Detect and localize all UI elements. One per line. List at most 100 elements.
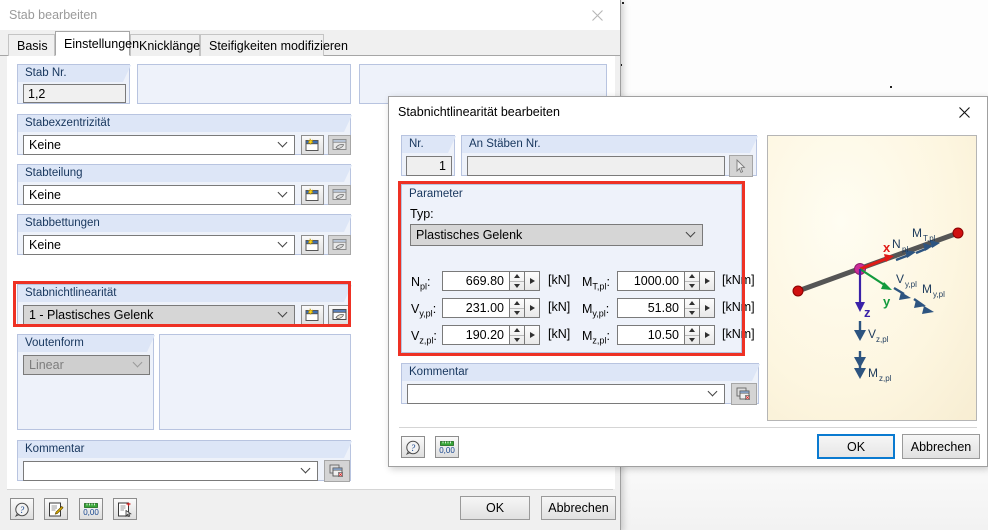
stab-nr-input[interactable]: 1,2 xyxy=(23,84,126,103)
combo-value: 1 - Plastisches Gelenk xyxy=(29,308,154,322)
kommentar-combo[interactable] xyxy=(23,461,318,481)
stabteilung-combo[interactable]: Keine xyxy=(23,185,295,205)
chevron-down-icon xyxy=(300,463,311,474)
mypl-more-button[interactable] xyxy=(700,298,715,318)
stepper-up[interactable] xyxy=(510,272,524,282)
mtpl-stepper[interactable] xyxy=(685,271,700,291)
stepper-up[interactable] xyxy=(685,272,699,282)
dialog2-units-button[interactable]: 0,00 xyxy=(435,436,459,458)
tab-label: Knicklängen xyxy=(139,38,208,53)
help-button[interactable]: ? xyxy=(10,498,34,520)
dialog1-ok-button[interactable]: OK xyxy=(460,496,530,520)
edit-note-button[interactable] xyxy=(44,498,68,520)
stabnichtlinearitaet-edit-button[interactable] xyxy=(328,305,351,325)
stabexzentrizitaet-edit-button[interactable] xyxy=(328,135,351,155)
stepper-up[interactable] xyxy=(510,299,524,309)
vzpl-input[interactable]: 190.20 xyxy=(442,325,510,345)
typ-combo[interactable]: Plastisches Gelenk xyxy=(410,224,703,246)
tab-steifigkeiten-modifizieren[interactable]: Steifigkeiten modifizieren xyxy=(200,34,348,56)
kommentar-copy-button[interactable] xyxy=(324,460,350,482)
tab-label: Einstellungen xyxy=(64,36,140,51)
units-button[interactable]: 0,00 xyxy=(79,498,103,520)
delete-select-button[interactable] xyxy=(113,498,137,520)
mtpl-input[interactable]: 1000.00 xyxy=(617,271,685,291)
chevron-down-icon xyxy=(132,357,143,368)
npl-value: 669.80 xyxy=(465,274,504,288)
stabexzentrizitaet-new-button[interactable] xyxy=(301,135,324,155)
mzpl-input[interactable]: 10.50 xyxy=(617,325,685,345)
stabbettungen-combo[interactable]: Keine xyxy=(23,235,295,255)
vzpl-stepper[interactable] xyxy=(510,325,525,345)
tab-knicklaengen[interactable]: Knicklängen xyxy=(130,34,207,56)
npl-stepper[interactable] xyxy=(510,271,525,291)
workspace-dot xyxy=(622,2,624,4)
mtpl-more-button[interactable] xyxy=(700,271,715,291)
stepper-down[interactable] xyxy=(685,282,699,291)
vypl-input[interactable]: 231.00 xyxy=(442,298,510,318)
close-icon[interactable] xyxy=(575,0,620,30)
stabteilung-edit-button[interactable] xyxy=(328,185,351,205)
tab-einstellungen[interactable]: Einstellungen xyxy=(55,31,139,56)
stepper-up[interactable] xyxy=(510,326,524,336)
units-icon: 0,00 xyxy=(439,440,455,455)
svg-text:z,pl: z,pl xyxy=(879,374,892,383)
npl-input[interactable]: 669.80 xyxy=(442,271,510,291)
stabnichtlinearitaet-combo[interactable]: 1 - Plastisches Gelenk xyxy=(23,305,295,325)
tab-basis[interactable]: Basis xyxy=(8,34,55,56)
stabbettungen-new-button[interactable] xyxy=(301,235,324,255)
dialog2-ok-button[interactable]: OK xyxy=(817,434,895,459)
new-window-icon xyxy=(305,238,319,251)
new-window-icon xyxy=(305,308,319,321)
voutenform-combo[interactable]: Linear xyxy=(23,355,150,375)
dialog2-cancel-button[interactable]: Abbrechen xyxy=(902,434,980,459)
group-stabteilung: Stabteilung Keine xyxy=(17,164,352,205)
an-staeben-nr-input[interactable] xyxy=(467,156,725,176)
dialog2-titlebar[interactable]: Stabnichtlinearität bearbeiten xyxy=(389,97,987,127)
stepper-down[interactable] xyxy=(510,309,524,318)
stabexzentrizitaet-combo[interactable]: Keine xyxy=(23,135,295,155)
dialog-stabnichtlinearitaet-bearbeiten: Stabnichtlinearität bearbeiten Nr. 1 An … xyxy=(388,96,988,467)
stepper-up[interactable] xyxy=(685,326,699,336)
panel-voutenform-right xyxy=(159,334,351,430)
kommentar2-copy-button[interactable] xyxy=(731,383,757,405)
dialog1-cancel-button[interactable]: Abbrechen xyxy=(541,496,616,520)
edit-hand-icon xyxy=(332,139,347,150)
npl-more-button[interactable] xyxy=(525,271,540,291)
group-label: Stabexzentrizität xyxy=(25,117,111,129)
svg-text:pl: pl xyxy=(902,245,908,254)
mzpl-label: Mz,pl: xyxy=(582,329,610,346)
svg-text:x: x xyxy=(883,240,891,255)
new-window-icon xyxy=(305,188,319,201)
stepper-down[interactable] xyxy=(685,336,699,345)
dialog1-bottombar: ? 0,00 OK Abbrechen xyxy=(0,489,620,530)
mzpl-stepper[interactable] xyxy=(685,325,700,345)
stabteilung-new-button[interactable] xyxy=(301,185,324,205)
vzpl-value: 190.20 xyxy=(465,328,504,342)
mypl-input[interactable]: 51.80 xyxy=(617,298,685,318)
stepper-down[interactable] xyxy=(685,309,699,318)
vypl-more-button[interactable] xyxy=(525,298,540,318)
nr-input[interactable]: 1 xyxy=(406,156,452,176)
stabbettungen-edit-button[interactable] xyxy=(328,235,351,255)
stepper-down[interactable] xyxy=(510,336,524,345)
stepper-up[interactable] xyxy=(685,299,699,309)
combo-value: Linear xyxy=(29,358,64,372)
mzpl-value: 10.50 xyxy=(647,328,679,342)
close-icon[interactable] xyxy=(942,97,987,127)
group-kommentar-2: Kommentar xyxy=(401,363,760,405)
kommentar2-combo[interactable] xyxy=(407,384,725,404)
vzpl-more-button[interactable] xyxy=(525,325,540,345)
an-staeben-nr-picker-button[interactable] xyxy=(729,155,753,177)
dialog1-titlebar[interactable]: Stab bearbeiten xyxy=(0,0,620,30)
button-label: Abbrechen xyxy=(548,501,609,515)
dialog2-help-button[interactable]: ? xyxy=(401,436,425,458)
workspace-dot xyxy=(890,86,892,88)
group-stabnichtlinearitaet: Stabnichtlinearität 1 - Plastisches Gele… xyxy=(17,284,352,325)
vypl-stepper[interactable] xyxy=(510,298,525,318)
stabnichtlinearitaet-new-button[interactable] xyxy=(301,305,324,325)
mypl-stepper[interactable] xyxy=(685,298,700,318)
edit-hand-icon xyxy=(332,309,347,320)
stepper-down[interactable] xyxy=(510,282,524,291)
mzpl-more-button[interactable] xyxy=(700,325,715,345)
mtpl-label: MT,pl: xyxy=(582,275,610,292)
